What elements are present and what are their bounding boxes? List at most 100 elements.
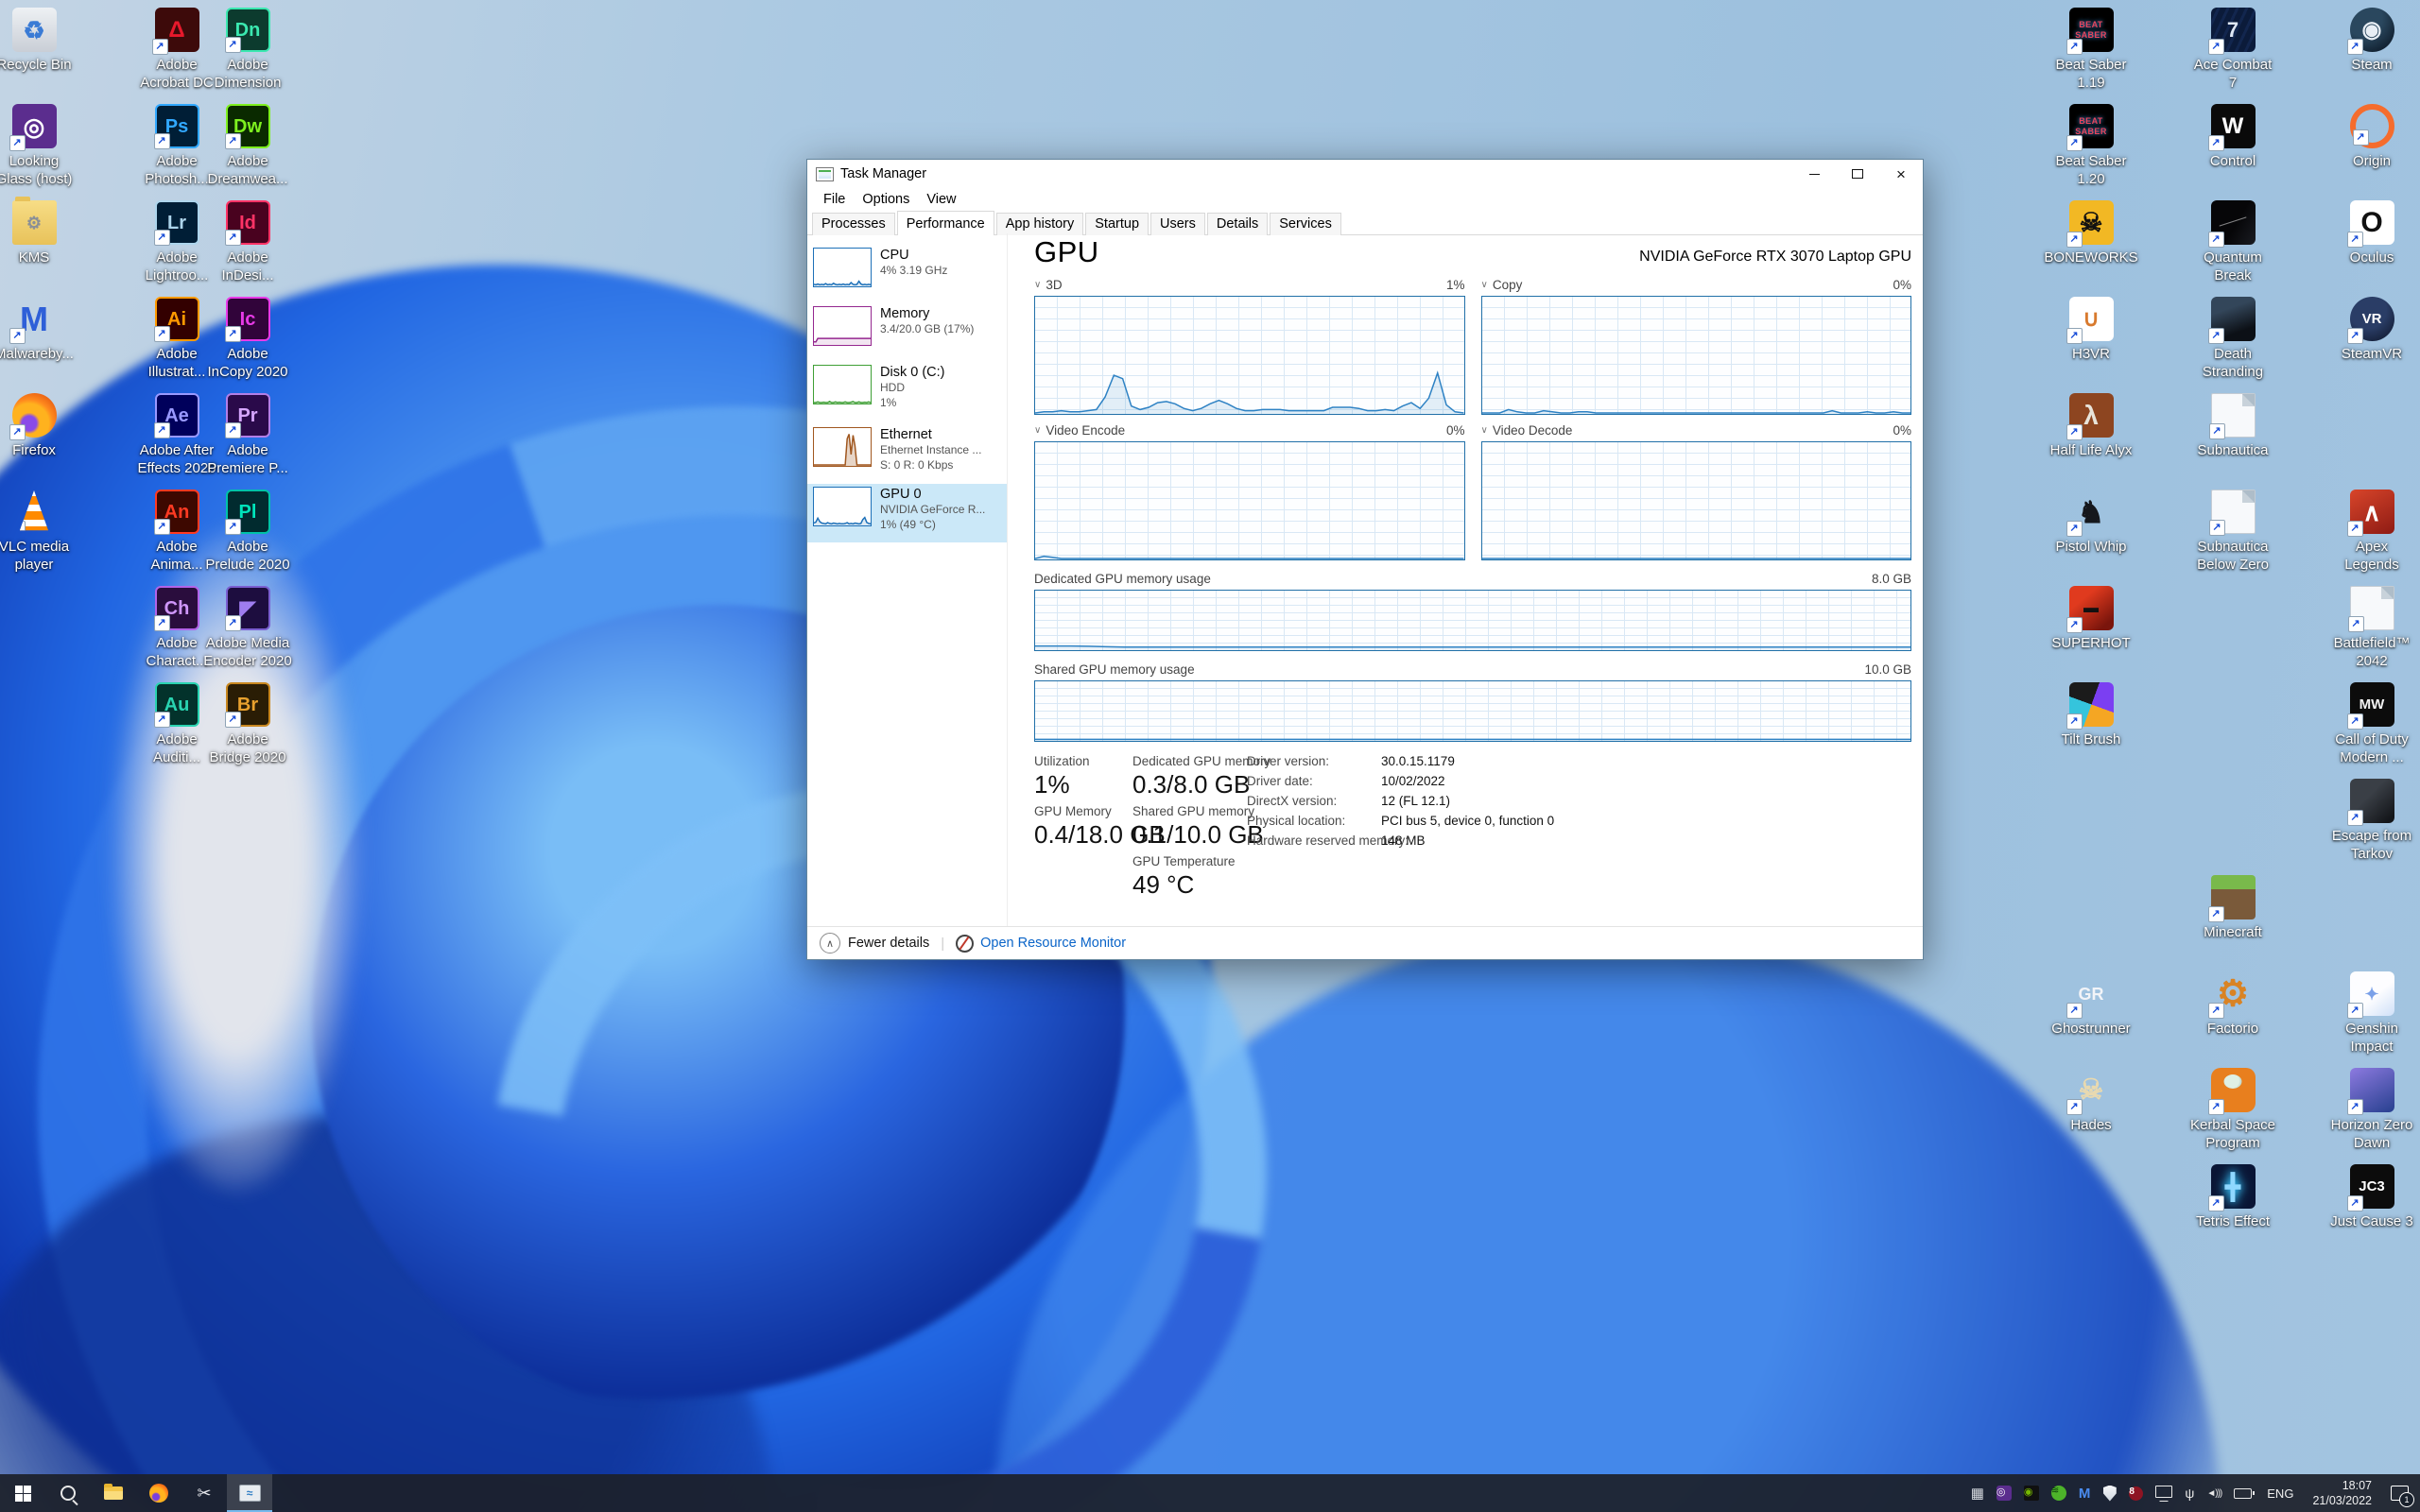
menu-item-view[interactable]: View — [918, 190, 964, 209]
menu-item-file[interactable]: File — [815, 190, 854, 209]
tab-startup[interactable]: Startup — [1085, 213, 1149, 235]
section-value: 0% — [1446, 423, 1465, 438]
steam-icon: ◉↗ — [2350, 8, 2394, 52]
taskbar-file-explorer-button[interactable] — [91, 1474, 136, 1512]
taskbar-search-button[interactable] — [45, 1474, 91, 1512]
desktop-icon-steam[interactable]: ◉↗Steam — [2301, 8, 2420, 75]
fewer-details-button[interactable]: ∧ Fewer details — [820, 933, 929, 954]
tray-windows-security-icon[interactable]: ⚠ — [2102, 1486, 2117, 1502]
desktop-icon-adobe-dreamweaver[interactable]: Dw↗AdobeDreamwea... — [177, 104, 319, 189]
chevron-down-icon[interactable]: ∨ — [1034, 425, 1041, 436]
desktop-icon-genshin-impact[interactable]: ✦↗GenshinImpact — [2301, 971, 2420, 1057]
desktop-icon-boneworks[interactable]: ☠↗BONEWORKS — [2020, 200, 2162, 267]
desktop-icon-malwarebytes[interactable]: M↗Malwareby... — [0, 297, 105, 364]
desktop-icon-recycle-bin[interactable]: ♻Recycle Bin — [0, 8, 105, 75]
desktop-icon-adobe-dimension[interactable]: Dn↗AdobeDimension — [177, 8, 319, 93]
desktop-icon-vlc-media-player[interactable]: ↗VLC mediaplayer — [0, 490, 105, 575]
tray-icue-icon[interactable]: 8 — [2129, 1486, 2143, 1501]
tray-power-icon[interactable] — [2234, 1488, 2252, 1499]
sidebar-item-ethernet[interactable]: EthernetEthernet Instance ...S: 0 R: 0 K… — [807, 424, 1007, 484]
tray-volume-icon[interactable]: ◄))) — [2206, 1488, 2221, 1499]
desktop-icon-quantum-break[interactable]: ↗QuantumBreak — [2162, 200, 2304, 285]
subnautica-below-zero-icon: ↗ — [2211, 490, 2256, 534]
desktop-icon-factorio[interactable]: ⚙↗Factorio — [2162, 971, 2304, 1039]
shortcut-arrow-icon: ↗ — [154, 615, 170, 631]
tray-network-icon[interactable] — [2155, 1488, 2172, 1498]
section-label: 3D — [1046, 278, 1062, 292]
sidebar-item-memory[interactable]: Memory3.4/20.0 GB (17%) — [807, 303, 1007, 362]
tab-services[interactable]: Services — [1270, 213, 1341, 235]
desktop-icon-half-life-alyx[interactable]: λ↗Half Life Alyx — [2020, 393, 2162, 460]
taskbar-snipping-tool-button[interactable]: ✂ — [182, 1474, 227, 1512]
desktop-icon-tetris-effect[interactable]: ╋↗Tetris Effect — [2162, 1164, 2304, 1231]
desktop-icon-adobe-premiere-pro[interactable]: Pr↗AdobePremiere P... — [177, 393, 319, 478]
desktop-icon-adobe-incopy[interactable]: Ic↗AdobeInCopy 2020 — [177, 297, 319, 382]
horizon-zero-dawn-icon: ↗ — [2350, 1068, 2394, 1112]
title-bar[interactable]: Task Manager × — [807, 160, 1923, 188]
dedicated-memory-value: 0.3/8.0 GB — [1132, 770, 1250, 799]
chevron-down-icon[interactable]: ∨ — [1034, 280, 1041, 290]
desktop-icon-h3vr[interactable]: ∪↗H3VR — [2020, 297, 2162, 364]
tab-details[interactable]: Details — [1207, 213, 1268, 235]
desktop-icon-subnautica[interactable]: ↗Subnautica — [2162, 393, 2304, 460]
taskbar-clock[interactable]: 18:07 21/03/2022 — [2308, 1478, 2376, 1509]
desktop-icon-tilt-brush[interactable]: ↗Tilt Brush — [2020, 682, 2162, 749]
desktop-icon-looking-glass[interactable]: ◎↗LookingGlass (host) — [0, 104, 105, 189]
tray-looking-glass-icon[interactable]: ◎ — [1996, 1486, 2012, 1501]
desktop-icon-hades[interactable]: ☠↗Hades — [2020, 1068, 2162, 1135]
tray-nvidia-settings-icon[interactable]: ◉ — [2024, 1486, 2039, 1501]
sidebar-item-disk-0[interactable]: Disk 0 (C:)HDD1% — [807, 362, 1007, 424]
desktop-icon-adobe-indesign[interactable]: Id↗AdobeInDesi... — [177, 200, 319, 285]
taskbar-start-button[interactable] — [0, 1474, 45, 1512]
desktop-icon-label: Beat Saber1.19 — [2020, 57, 2162, 93]
taskbar-firefox-button[interactable] — [136, 1474, 182, 1512]
desktop-icon-beat-saber-120[interactable]: BEAT SABER↗Beat Saber1.20 — [2020, 104, 2162, 189]
desktop-icon-subnautica-below-zero[interactable]: ↗SubnauticaBelow Zero — [2162, 490, 2304, 575]
desktop-icon-adobe-media-encoder[interactable]: ◤↗Adobe MediaEncoder 2020 — [177, 586, 319, 671]
sidebar-item-cpu[interactable]: CPU4% 3.19 GHz — [807, 245, 1007, 303]
desktop-icon-apex-legends[interactable]: ∧↗ApexLegends — [2301, 490, 2420, 575]
close-button[interactable]: × — [1879, 160, 1923, 188]
desktop-icon-battlefield-2042[interactable]: ↗Battlefield™2042 — [2301, 586, 2420, 671]
minimize-button[interactable] — [1792, 160, 1836, 188]
menu-item-options[interactable]: Options — [854, 190, 918, 209]
maximize-button[interactable] — [1836, 160, 1879, 188]
desktop-icon-ace-combat-7[interactable]: 7↗Ace Combat7 — [2162, 8, 2304, 93]
desktop-icon-kerbal-space-program[interactable]: ↗Kerbal SpaceProgram — [2162, 1068, 2304, 1153]
desktop-icon-oculus[interactable]: O↗Oculus — [2301, 200, 2420, 267]
desktop-icon-adobe-prelude[interactable]: Pl↗AdobePrelude 2020 — [177, 490, 319, 575]
tab-performance[interactable]: Performance — [897, 211, 994, 235]
desktop-icon-just-cause-3[interactable]: JC3↗Just Cause 3 — [2301, 1164, 2420, 1231]
desktop-icon-pistol-whip[interactable]: ♞↗Pistol Whip — [2020, 490, 2162, 557]
desktop-icon-beat-saber-119[interactable]: BEAT SABER↗Beat Saber1.19 — [2020, 8, 2162, 93]
desktop-icon-ghostrunner[interactable]: GR↗Ghostrunner — [2020, 971, 2162, 1039]
desktop-icon-call-of-duty-modern-warfare[interactable]: MW↗Call of DutyModern ... — [2301, 682, 2420, 767]
desktop-icon-firefox[interactable]: ↗Firefox — [0, 393, 105, 460]
tray-usb-eject-icon[interactable]: ψ — [2185, 1486, 2194, 1501]
desktop-icon-steamvr[interactable]: VR↗SteamVR — [2301, 297, 2420, 364]
tray-razer-synapse-icon[interactable]: ≋ — [2051, 1486, 2066, 1501]
tab-users[interactable]: Users — [1150, 213, 1205, 235]
section-label-row: ∨Video Decode0% — [1481, 423, 1912, 438]
desktop-icon-kms[interactable]: ⚙KMS — [0, 200, 105, 267]
desktop-icon-minecraft[interactable]: ↗Minecraft — [2162, 875, 2304, 942]
taskbar-task-manager-button[interactable]: ≈ — [227, 1474, 272, 1512]
desktop-icon-horizon-zero-dawn[interactable]: ↗Horizon ZeroDawn — [2301, 1068, 2420, 1153]
desktop-icon-superhot[interactable]: ▬↗SUPERHOT — [2020, 586, 2162, 653]
action-center-button[interactable]: 1 — [2388, 1482, 2411, 1504]
notification-badge: 1 — [2399, 1492, 2414, 1507]
tab-processes[interactable]: Processes — [812, 213, 895, 235]
desktop-icon-escape-from-tarkov[interactable]: ↗Escape fromTarkov — [2301, 779, 2420, 864]
tray-malwarebytes-icon[interactable]: M — [2079, 1486, 2091, 1502]
chevron-down-icon[interactable]: ∨ — [1481, 425, 1488, 436]
desktop-icon-control[interactable]: W↗Control — [2162, 104, 2304, 171]
tab-app-history[interactable]: App history — [996, 213, 1084, 235]
language-indicator[interactable]: ENG — [2264, 1486, 2296, 1501]
desktop-icon-adobe-bridge[interactable]: Br↗AdobeBridge 2020 — [177, 682, 319, 767]
sidebar-item-gpu-0[interactable]: GPU 0NVIDIA GeForce R...1% (49 °C) — [807, 484, 1007, 542]
tray-hidden-icons-icon[interactable]: ▦ — [1971, 1485, 1984, 1502]
desktop-icon-death-stranding[interactable]: ↗DeathStranding — [2162, 297, 2304, 382]
desktop-icon-origin[interactable]: ↗Origin — [2301, 104, 2420, 171]
chevron-down-icon[interactable]: ∨ — [1481, 280, 1488, 290]
open-resource-monitor-link[interactable]: Open Resource Monitor — [980, 936, 1126, 951]
